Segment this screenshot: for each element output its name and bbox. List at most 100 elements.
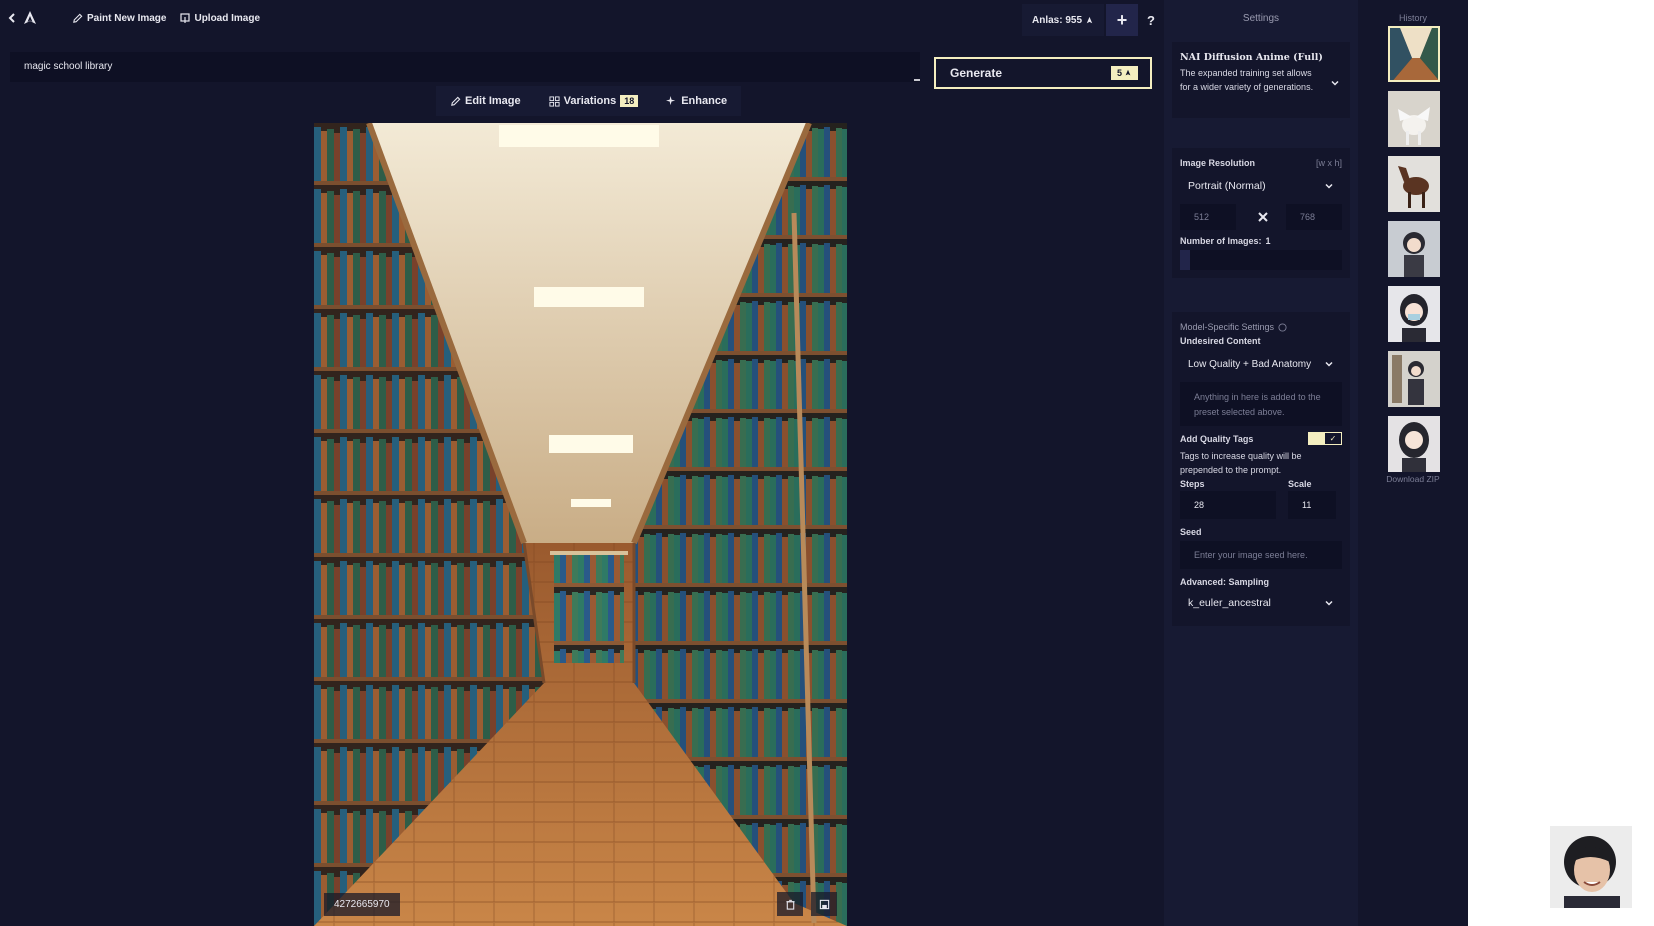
chevron-down-icon: [1325, 600, 1333, 606]
variations-label: Variations: [563, 95, 617, 107]
anlas-balance: Anlas: 955: [1022, 4, 1105, 36]
novelai-logo-icon[interactable]: [22, 10, 38, 26]
undesired-content-input[interactable]: Anything in here is added to the preset …: [1180, 382, 1342, 426]
delete-image-button[interactable]: [777, 892, 803, 916]
resolution-preset-value: Portrait (Normal): [1188, 180, 1266, 192]
num-images-slider-thumb[interactable]: [1180, 250, 1190, 270]
enhance-label: Enhance: [681, 95, 728, 107]
girl-thumbnail-image: [1388, 416, 1440, 472]
library-image: [314, 123, 847, 926]
variations-button[interactable]: Variations 18: [535, 86, 653, 116]
prompt-input[interactable]: magic school library: [10, 52, 920, 82]
quality-tags-toggle[interactable]: ✓: [1308, 432, 1342, 445]
save-icon: [819, 899, 829, 909]
variations-cost-badge: 18: [620, 95, 639, 107]
generated-image: 4272665970: [314, 123, 847, 926]
chevron-down-icon: [1325, 183, 1333, 189]
webcam-overlay: [1550, 826, 1632, 908]
pencil-icon: [73, 13, 83, 23]
anlas-icon: [1086, 16, 1093, 23]
resolution-hint: [w x h]: [1315, 158, 1342, 168]
generate-cost-value: 5: [1116, 68, 1122, 78]
history-thumbnail[interactable]: [1388, 26, 1440, 82]
save-image-button[interactable]: [811, 892, 837, 916]
pencil-icon: [451, 96, 461, 106]
chevron-down-icon: [1325, 361, 1333, 367]
upload-icon: [180, 12, 191, 23]
model-name: NAI Diffusion Anime (Full): [1180, 52, 1323, 63]
seed-input[interactable]: Enter your image seed here.: [1180, 541, 1342, 569]
scale-label: Scale: [1288, 479, 1312, 489]
history-thumbnail[interactable]: [1388, 286, 1440, 342]
upload-image-button[interactable]: Upload Image: [180, 13, 260, 24]
history-title-text: History: [1398, 13, 1427, 23]
generate-button[interactable]: Generate 5: [934, 57, 1152, 89]
anlas-icon: [1125, 69, 1131, 76]
history-thumbnail[interactable]: [1388, 91, 1440, 147]
download-zip-button[interactable]: Download ZIP: [1358, 474, 1468, 484]
image-tools: Edit Image Variations 18 Enhance: [436, 86, 742, 116]
model-specific-label: Model-Specific Settings: [1180, 322, 1275, 332]
sparkle-icon: [666, 95, 676, 105]
info-icon[interactable]: [1278, 322, 1287, 332]
sampling-label: Advanced: Sampling: [1180, 577, 1270, 587]
generate-cost-badge: 5: [1110, 66, 1138, 80]
height-input[interactable]: 768: [1286, 204, 1342, 230]
anlas-label: Anlas: 955: [1032, 14, 1083, 26]
generate-label: Generate: [950, 66, 1003, 80]
history-thumbnail[interactable]: [1388, 351, 1440, 407]
model-description: The expanded training set allows for a w…: [1180, 68, 1314, 92]
model-selector[interactable]: NAI Diffusion Anime (Full) The expanded …: [1172, 42, 1350, 118]
upload-image-label: Upload Image: [194, 12, 261, 24]
model-specific-settings: Model-Specific Settings Undesired Conten…: [1172, 312, 1350, 626]
scale-input[interactable]: 11: [1288, 491, 1336, 519]
girl-thumbnail-image: [1388, 221, 1440, 277]
grid-icon: [549, 95, 560, 107]
resolution-label: Image Resolution: [1180, 158, 1256, 168]
history-title: History: [1358, 13, 1468, 23]
num-images-slider[interactable]: [1180, 250, 1342, 270]
history-thumbnail[interactable]: [1388, 416, 1440, 472]
presenter-webcam-image: [1550, 826, 1632, 908]
resolution-card: Image Resolution [w x h] Portrait (Norma…: [1172, 148, 1350, 278]
trash-icon: [785, 899, 795, 910]
top-bar-right: Anlas: 955 + ?: [1022, 4, 1164, 36]
undesired-preset-select[interactable]: Low Quality + Bad Anatomy: [1180, 352, 1342, 376]
settings-title: Settings: [1242, 13, 1280, 24]
pegasus-thumbnail-image: [1388, 91, 1440, 147]
paint-new-image-button[interactable]: Paint New Image: [72, 13, 166, 24]
steps-input[interactable]: 28: [1180, 491, 1276, 519]
girl-thumbnail-image: [1388, 351, 1440, 407]
history-thumbnail[interactable]: [1388, 156, 1440, 212]
quality-tags-label: Add Quality Tags: [1180, 433, 1254, 444]
chevron-down-icon: [1331, 80, 1339, 86]
history-panel: History Download ZIP: [1358, 0, 1468, 926]
steps-label: Steps: [1180, 479, 1205, 489]
width-input[interactable]: 512: [1180, 204, 1236, 230]
num-images-label: Number of Images:: [1180, 236, 1262, 246]
sampler-select[interactable]: k_euler_ancestral: [1180, 591, 1342, 615]
prompt-resize-handle[interactable]: [914, 79, 920, 81]
quality-tags-description: Tags to increase quality will be prepend…: [1180, 451, 1302, 475]
top-bar-left: Paint New Image Upload Image: [8, 10, 260, 26]
edit-image-label: Edit Image: [465, 95, 521, 107]
image-seed-label[interactable]: 4272665970: [324, 893, 400, 916]
image-actions: [777, 892, 837, 916]
back-chevron-icon[interactable]: [8, 13, 16, 23]
undesired-content-label: Undesired Content: [1180, 336, 1261, 346]
toggle-on-fill: [1309, 433, 1325, 444]
add-anlas-button[interactable]: +: [1106, 4, 1138, 36]
library-thumbnail-image: [1390, 28, 1438, 80]
enhance-button[interactable]: Enhance: [652, 86, 741, 116]
close-icon[interactable]: [1256, 210, 1270, 224]
top-bar: Paint New Image Upload Image Anlas: 955 …: [0, 0, 1164, 40]
settings-panel: Settings NAI Diffusion Anime (Full) The …: [1164, 0, 1358, 926]
edit-image-button[interactable]: Edit Image: [436, 86, 535, 116]
history-thumbnail[interactable]: [1388, 221, 1440, 277]
paint-new-image-label: Paint New Image: [87, 12, 167, 24]
sampler-value: k_euler_ancestral: [1188, 597, 1271, 609]
num-images-value: 1: [1265, 236, 1271, 246]
help-button[interactable]: ?: [1138, 4, 1164, 36]
check-icon: ✓: [1325, 433, 1341, 444]
resolution-preset-select[interactable]: Portrait (Normal): [1180, 174, 1342, 198]
